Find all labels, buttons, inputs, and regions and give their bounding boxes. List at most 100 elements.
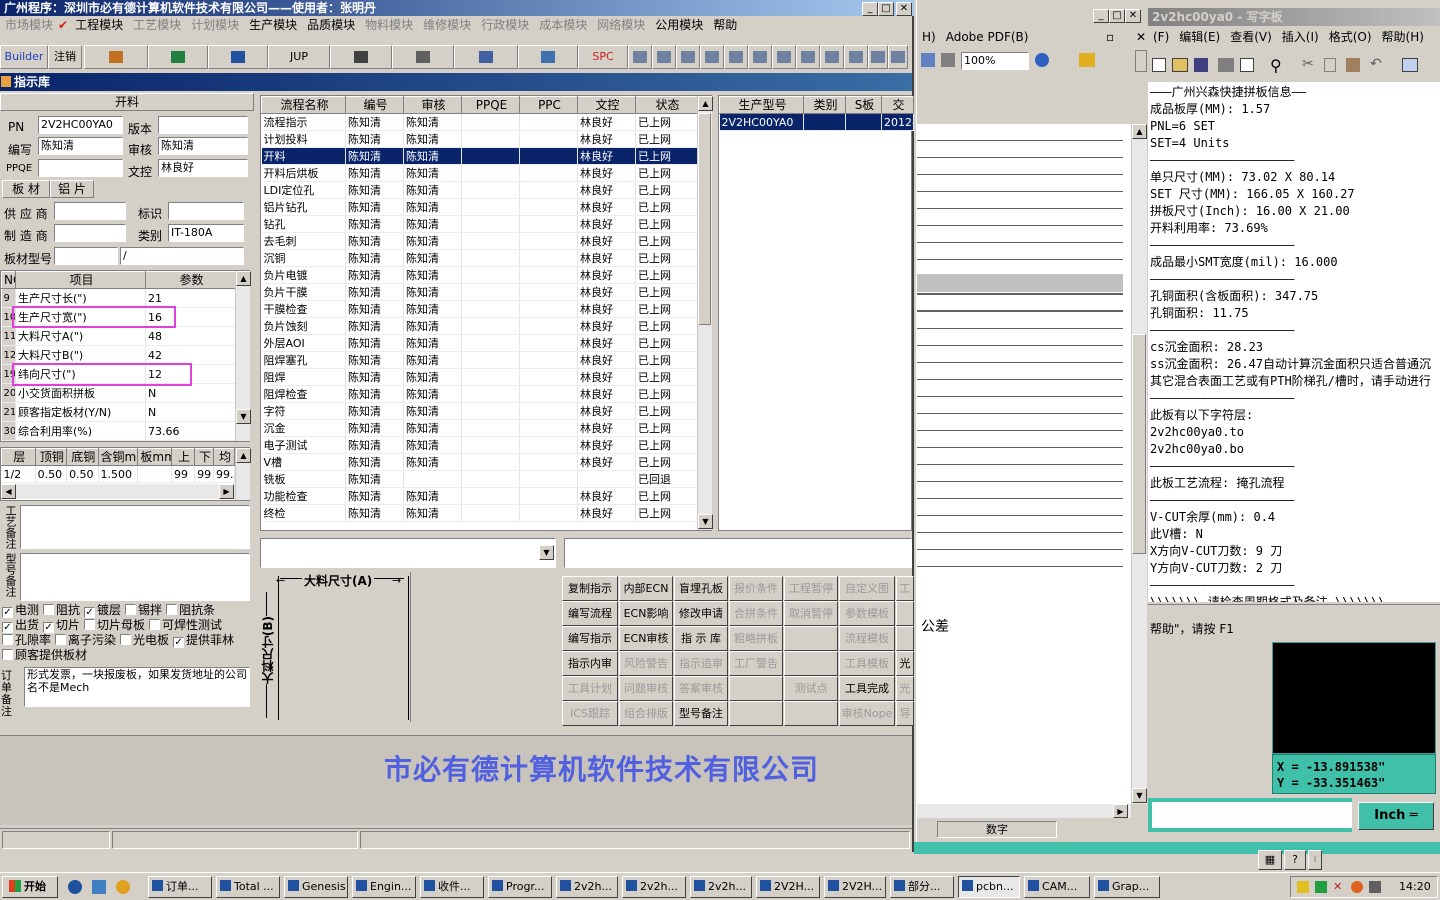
more-icon[interactable] [888, 45, 908, 69]
param-col-header[interactable]: NO [1, 271, 16, 289]
param-row[interactable]: 30 综合利用率(%) 73.66 [1, 421, 236, 441]
adobe-menu-help[interactable]: H) [917, 30, 941, 44]
layer-col-header[interactable]: 底铜 [66, 448, 99, 466]
layer-col-header[interactable]: 板mm [137, 448, 172, 466]
scroll-up-icon[interactable]: ▲ [698, 96, 713, 111]
param-scrollbar[interactable]: ▲ ▼ [235, 271, 251, 441]
taskbar-item-2[interactable]: Genesis [284, 876, 348, 898]
taskbar-item-10[interactable]: 2V2H... [824, 876, 886, 898]
layer-col-header[interactable]: 上 [170, 448, 196, 466]
checkbox-box[interactable] [149, 619, 161, 630]
flow-col-header[interactable]: 状态 [635, 96, 698, 114]
checkbox-7[interactable]: 切片母板 [84, 618, 145, 632]
prod-col-header[interactable]: S板 [845, 96, 882, 114]
tray-network-icon[interactable] [1315, 881, 1327, 893]
cut-icon[interactable]: ✂ [1302, 56, 1314, 72]
checkbox-13[interactable]: 顾客提供板材 [2, 648, 87, 662]
prod-col-header[interactable]: 交 [881, 96, 914, 114]
flow-row[interactable]: 阻焊塞孔 陈知清 陈知清 林良好 已上网 [261, 351, 698, 369]
flow-row[interactable]: 负片电镀 陈知清 陈知清 林良好 已上网 [261, 266, 698, 284]
action-button-9[interactable]: 修改申请 [674, 601, 728, 626]
taskbar-item-9[interactable]: 2V2H... [756, 876, 820, 898]
action-button-18[interactable] [784, 626, 838, 651]
checkbox-9[interactable]: 孔隙率 [2, 633, 51, 647]
checkbox-8[interactable]: 可焊性测试 [149, 618, 222, 632]
menu-item-12[interactable]: 帮助 [708, 18, 742, 32]
print-icon[interactable] [820, 45, 844, 69]
flow-row[interactable]: 铝片钻孔 陈知清 陈知清 林良好 已上网 [261, 198, 698, 216]
open-folder-icon[interactable] [1172, 58, 1188, 72]
action-button-16[interactable]: 指 示 库 [674, 626, 728, 651]
flow-col-header[interactable]: 编号 [345, 96, 404, 114]
page-icon[interactable] [676, 45, 700, 69]
save-icon[interactable] [748, 45, 772, 69]
flow-row[interactable]: 开料 陈知清 陈知清 林良好 已上网 [261, 147, 698, 165]
action-button-28[interactable]: 工具计划 [562, 676, 618, 701]
wordpad-menu-item[interactable]: (F) [1148, 30, 1174, 44]
taskbar-item-8[interactable]: 2v2h... [690, 876, 752, 898]
checkbox-10[interactable]: 离子污染 [55, 633, 116, 647]
menu-item-8[interactable]: 行政模块 [476, 18, 534, 32]
tab-aluminum[interactable]: 铝 片 [50, 180, 94, 198]
layer-col-header[interactable]: 层 [1, 448, 36, 466]
action-button-32[interactable]: 测试点 [784, 676, 838, 701]
zoom-select[interactable]: 100% [961, 52, 1029, 70]
print-preview-icon[interactable] [1240, 58, 1254, 72]
flow-row[interactable]: 功能检查 陈知清 陈知清 林良好 已上网 [261, 487, 698, 505]
adobe-menu-pdf[interactable]: Adobe PDF(B) [941, 30, 1034, 44]
action-button-38[interactable] [729, 701, 783, 726]
checkbox-12[interactable]: ✓ 提供菲林 [173, 633, 234, 648]
note-input[interactable] [564, 538, 912, 568]
flow-scrollbar[interactable]: ▲ ▼ [697, 96, 713, 530]
action-button-17[interactable]: 粗略拼板 [729, 626, 783, 651]
action-button-22[interactable]: 风险警告 [619, 651, 673, 676]
action-button-29[interactable]: 问题审核 [619, 676, 673, 701]
flow-row[interactable]: 去毛刺 陈知清 陈知清 林良好 已上网 [261, 232, 698, 250]
type-field[interactable]: IT-180A [168, 224, 244, 242]
version-field[interactable] [158, 116, 248, 134]
checkbox-box[interactable] [2, 634, 13, 645]
action-button-21[interactable]: 指示内审 [562, 651, 618, 676]
wordpad-menu-item[interactable]: 编辑(E) [1174, 30, 1225, 44]
tray-menu-icon[interactable]: ⁝ [1308, 850, 1322, 870]
flow-col-header[interactable]: PPQE [461, 96, 520, 114]
help-icon[interactable]: ? [1284, 850, 1306, 870]
layer-col-header[interactable]: 均 [212, 448, 236, 466]
model-field[interactable] [54, 247, 118, 265]
wordpad-document[interactable]: ———广州兴森快捷拼板信息—— 成品板厚(MM): 1.57 PNL=6 SET SE… [1148, 82, 1440, 602]
menu-item-4[interactable]: 生产模块 [244, 18, 302, 32]
taskbar-item-1[interactable]: Total ... [216, 876, 280, 898]
preview-icon[interactable] [796, 45, 820, 69]
cad-command-line[interactable] [1148, 798, 1352, 832]
checkbox-0[interactable]: ✓ 电测 [2, 603, 39, 618]
supplier-field[interactable] [54, 202, 126, 220]
taskbar-item-6[interactable]: 2v2h... [556, 876, 618, 898]
computer-icon[interactable] [518, 45, 578, 69]
param-col-header[interactable]: 项目 [15, 271, 146, 289]
help-icon[interactable] [1035, 53, 1049, 67]
adobe-scrollbar[interactable]: ▲ ▼ [1131, 124, 1147, 804]
menu-item-2[interactable]: 工艺模块 [128, 18, 186, 32]
chart-icon[interactable] [921, 53, 935, 67]
maximize-button[interactable]: □ [1109, 9, 1125, 23]
flow-row[interactable]: 阻焊检查 陈知清 陈知清 林良好 已上网 [261, 385, 698, 403]
action-button-23[interactable]: 指示追审 [674, 651, 728, 676]
layer-col-header[interactable]: 顶铜 [34, 448, 68, 466]
action-button-20[interactable] [896, 626, 914, 651]
flow-col-header[interactable]: 文控 [577, 96, 636, 114]
checkbox-6[interactable]: ✓ 切片 [43, 618, 80, 633]
flow-row[interactable]: 干膜检查 陈知清 陈知清 林良好 已上网 [261, 300, 698, 318]
flow-row[interactable]: 电子测试 陈知清 陈知清 林良好 已上网 [261, 436, 698, 454]
tray-security-icon[interactable] [1351, 881, 1363, 893]
menu-item-6[interactable]: 物料模块 [360, 18, 418, 32]
checkbox-box[interactable] [166, 604, 178, 615]
model-note-field[interactable] [20, 553, 250, 601]
process-note-field[interactable] [20, 505, 250, 549]
order-note-field[interactable]: 形式发票，一块报废板，如果发货地址的公司名不是Mech [24, 667, 250, 707]
param-row[interactable]: 20 小交货面积拼板 N [1, 383, 236, 403]
taskbar-item-11[interactable]: 部分... [890, 876, 954, 898]
action-button-25[interactable] [784, 651, 838, 676]
undo-icon[interactable] [772, 45, 796, 69]
scroll-down-icon[interactable]: ▼ [236, 409, 251, 424]
checkbox-box[interactable]: ✓ [2, 622, 13, 633]
